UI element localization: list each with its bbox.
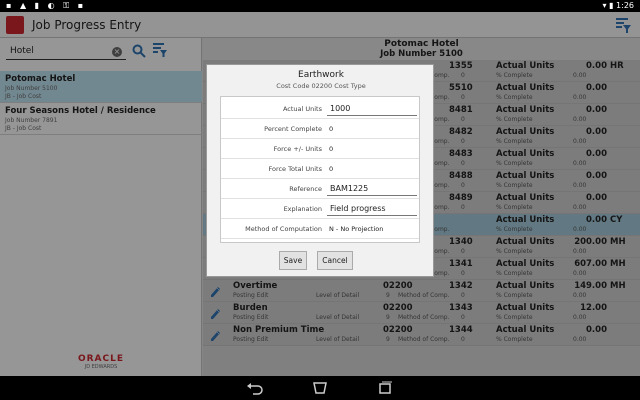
recent-apps-icon[interactable]: [376, 381, 394, 395]
field-label: Force +/- Units: [273, 145, 322, 153]
back-icon[interactable]: [246, 381, 264, 395]
field-label: Actual Units: [282, 105, 322, 113]
notification-icons: ▪ ▲ ▮ ◐ ⚿ ▪: [6, 1, 87, 10]
dialog-form: Actual UnitsPercent Complete0Force +/- U…: [220, 96, 420, 243]
field-value: 0: [329, 165, 334, 173]
form-row: Percent Complete 0: [221, 119, 419, 139]
battery-icon: ▮: [609, 1, 614, 10]
form-row: Explanation: [221, 199, 419, 219]
field-label: Method of Computation: [245, 225, 322, 233]
form-row: Force Total Units 0: [221, 159, 419, 179]
field-value: 0: [329, 125, 334, 133]
field-label: Reference: [289, 185, 322, 193]
field-input[interactable]: [327, 182, 417, 196]
field-input[interactable]: [327, 202, 417, 216]
field-input[interactable]: [327, 102, 417, 116]
status-time: ▾ ▮ 1:26: [603, 1, 634, 10]
form-row: Force +/- Units 0: [221, 139, 419, 159]
clock-time: 1:26: [616, 1, 634, 10]
cancel-button[interactable]: Cancel: [317, 251, 353, 270]
field-value: 0: [329, 145, 334, 153]
dialog-subtitle: Cost Code 02200 Cost Type: [276, 82, 366, 90]
field-label: Explanation: [283, 205, 322, 213]
form-row: Actual Units: [221, 99, 419, 119]
status-bar: ▪ ▲ ▮ ◐ ⚿ ▪ ▾ ▮ 1:26: [0, 0, 640, 12]
field-value: N - No Projection: [329, 225, 384, 233]
wifi-icon: ▾: [602, 1, 607, 10]
dialog-title: Earthwork: [298, 70, 344, 80]
form-row: Method of Computation N - No Projection: [221, 219, 419, 239]
form-row: Reference: [221, 179, 419, 199]
home-icon[interactable]: [311, 381, 329, 395]
field-label: Percent Complete: [264, 125, 322, 133]
field-label: Force Total Units: [268, 165, 322, 173]
progress-entry-dialog: Earthwork Cost Code 02200 Cost Type Actu…: [206, 64, 434, 277]
navigation-bar: [0, 376, 640, 400]
save-button[interactable]: Save: [279, 251, 307, 270]
